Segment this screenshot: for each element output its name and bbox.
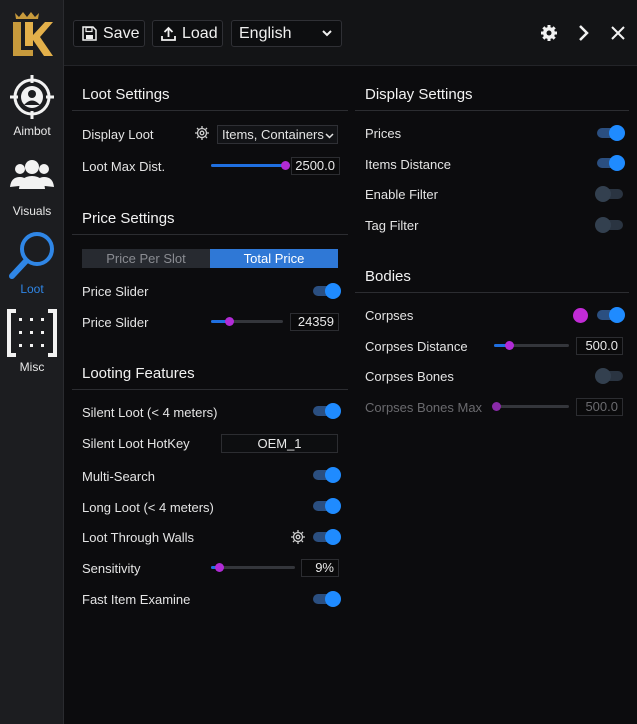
grid-bracket-icon: [7, 309, 57, 357]
price-value[interactable]: 24359: [290, 313, 339, 331]
save-label: Save: [103, 24, 140, 42]
tag-filter-label: Tag Filter: [365, 218, 419, 233]
divider: [72, 110, 348, 111]
display-settings-title: Display Settings: [365, 86, 473, 103]
corpses-distance-slider[interactable]: [494, 339, 569, 353]
display-loot-label: Display Loot: [82, 127, 154, 142]
long-loot-toggle[interactable]: [313, 498, 341, 514]
prices-label: Prices: [365, 126, 402, 141]
divider: [355, 292, 629, 293]
sidebar-item-loot[interactable]: Loot: [0, 230, 64, 308]
slider-fill: [211, 164, 285, 167]
divider: [72, 234, 348, 235]
tag-filter-toggle[interactable]: [595, 217, 623, 233]
users-icon: [10, 160, 54, 189]
sidebar-item-label: Misc: [19, 360, 45, 374]
chevron-down-icon: [325, 131, 334, 140]
silent-loot-label: Silent Loot (< 4 meters): [82, 405, 218, 420]
loot-through-walls-toggle[interactable]: [313, 529, 341, 545]
price-slider-toggle[interactable]: [313, 283, 341, 299]
load-button[interactable]: Load: [152, 20, 223, 47]
sidebar-item-label: Visuals: [12, 204, 52, 218]
slider-thumb[interactable]: [225, 317, 234, 326]
sidebar-item-aimbot[interactable]: Aimbot: [0, 72, 64, 150]
price-settings-title: Price Settings: [82, 210, 175, 227]
save-button[interactable]: Save: [73, 20, 145, 47]
total-price-tab[interactable]: Total Price: [210, 249, 338, 268]
items-distance-toggle[interactable]: [597, 155, 625, 171]
search-icon: [9, 232, 54, 279]
corpses-distance-label: Corpses Distance: [365, 339, 468, 354]
sidebar: Aimbot Visuals Loot Misc: [0, 0, 64, 724]
slider-thumb[interactable]: [214, 563, 224, 572]
brand-logo: [9, 9, 55, 59]
slider-thumb: [492, 402, 501, 411]
prices-toggle[interactable]: [597, 125, 625, 141]
slider-rail: [496, 405, 569, 408]
language-select[interactable]: English: [231, 20, 342, 47]
multi-search-label: Multi-Search: [82, 469, 155, 484]
bodies-title: Bodies: [365, 268, 411, 285]
corpses-bones-max-value: 500.0: [576, 398, 623, 416]
upload-icon: [161, 26, 176, 41]
price-per-slot-tab[interactable]: Price Per Slot: [82, 249, 210, 268]
fast-item-examine-label: Fast Item Examine: [82, 592, 191, 607]
display-loot-value: Items, Containers: [222, 127, 324, 142]
sensitivity-value[interactable]: 9%: [301, 559, 339, 577]
gear-icon[interactable]: [290, 529, 306, 545]
silent-loot-hotkey-input[interactable]: OEM_1: [221, 434, 338, 453]
silent-loot-toggle[interactable]: [313, 403, 341, 419]
divider: [355, 110, 629, 111]
slider-thumb[interactable]: [505, 341, 514, 350]
floppy-icon: [82, 26, 97, 41]
load-label: Load: [182, 24, 218, 42]
slider-rail: [211, 566, 295, 569]
long-loot-label: Long Loot (< 4 meters): [82, 500, 214, 515]
price-slider-label: Price Slider: [82, 315, 149, 330]
price-slider-toggle-label: Price Slider: [82, 284, 149, 299]
close-icon[interactable]: [608, 23, 628, 43]
fast-item-examine-toggle[interactable]: [313, 591, 341, 607]
price-slider[interactable]: [211, 315, 283, 329]
gear-icon[interactable]: [539, 23, 559, 43]
corpses-bones-toggle[interactable]: [595, 368, 623, 384]
sidebar-item-visuals[interactable]: Visuals: [0, 152, 64, 230]
sensitivity-slider[interactable]: [211, 561, 295, 575]
enable-filter-toggle[interactable]: [595, 186, 623, 202]
multi-search-toggle[interactable]: [313, 467, 341, 483]
corpses-toggle[interactable]: [597, 307, 625, 323]
crosshair-user-icon: [10, 75, 54, 119]
silent-loot-hotkey-label: Silent Loot HotKey: [82, 436, 190, 451]
chevron-down-icon: [322, 30, 332, 37]
sidebar-item-misc[interactable]: Misc: [0, 308, 64, 386]
loot-settings-title: Loot Settings: [82, 86, 170, 103]
sidebar-item-label: Aimbot: [13, 124, 51, 138]
corpses-color-swatch[interactable]: [573, 308, 588, 323]
corpses-distance-value[interactable]: 500.0: [576, 337, 623, 355]
language-value: English: [239, 24, 292, 42]
toolbar: Save Load English: [64, 0, 637, 66]
sensitivity-label: Sensitivity: [82, 561, 141, 576]
gear-icon[interactable]: [194, 125, 210, 141]
items-distance-label: Items Distance: [365, 157, 451, 172]
loot-through-walls-label: Loot Through Walls: [82, 530, 195, 545]
corpses-bones-max-slider: [492, 400, 569, 414]
chevron-right-icon[interactable]: [573, 23, 593, 43]
corpses-bones-max-label: Corpses Bones Max: [365, 400, 483, 415]
slider-thumb[interactable]: [281, 161, 290, 170]
loot-max-dist-label: Loot Max Dist.: [82, 159, 166, 174]
corpses-bones-label: Corpses Bones: [365, 369, 454, 384]
loot-max-dist-value[interactable]: 2500.0: [291, 157, 340, 175]
enable-filter-label: Enable Filter: [365, 187, 438, 202]
looting-features-title: Looting Features: [82, 365, 195, 382]
corpses-label: Corpses: [365, 308, 414, 323]
loot-page: Loot Settings Display Loot Items, Contai…: [64, 66, 637, 724]
loot-max-dist-slider[interactable]: [211, 159, 290, 173]
sidebar-item-label: Loot: [20, 282, 44, 296]
display-loot-dropdown[interactable]: Items, Containers: [217, 125, 338, 144]
divider: [72, 389, 348, 390]
